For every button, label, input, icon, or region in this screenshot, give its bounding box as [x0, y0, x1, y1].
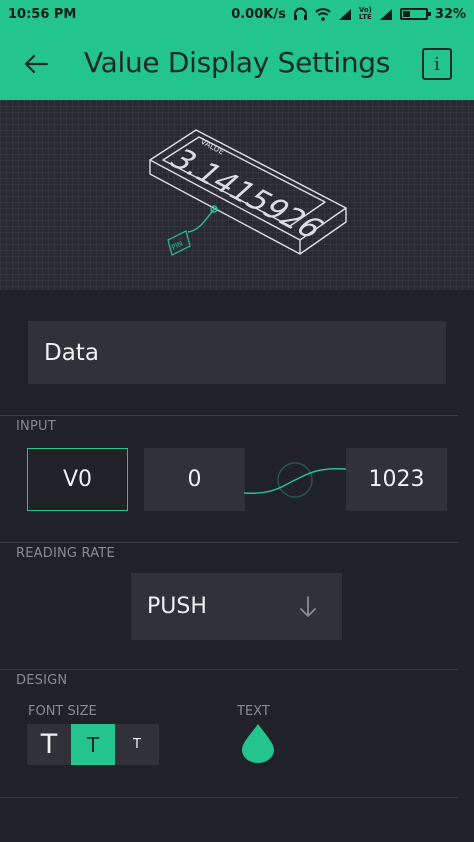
battery-percent: 32% [434, 6, 466, 22]
net-speed: 0.00K/s [231, 6, 286, 22]
reading-rate-value: PUSH [147, 594, 207, 619]
widget-name-input[interactable] [28, 321, 446, 384]
lte-label: LTE [358, 13, 372, 21]
wifi-icon [315, 7, 331, 21]
font-size-large-button[interactable]: T [27, 724, 71, 765]
font-size-small-button[interactable]: T [115, 724, 159, 765]
min-value-field[interactable]: 0 [144, 448, 245, 511]
status-bar: 10:56 PM 0.00K/s Vo) LTE 32% [0, 0, 474, 28]
divider [0, 797, 458, 798]
volte-icon: Vo) LTE [359, 7, 372, 21]
app-bar: Value Display Settings i [0, 28, 474, 100]
max-value-field[interactable]: 1023 [346, 448, 447, 511]
headset-icon [293, 7, 308, 21]
range-connector [244, 462, 346, 498]
reading-rate-dropdown[interactable]: PUSH [131, 573, 342, 640]
section-label-reading-rate: READING RATE [16, 546, 115, 561]
section-label-input: INPUT [16, 419, 56, 434]
signal-icon [338, 8, 352, 21]
text-color-label: TEXT [237, 704, 270, 719]
pin-selector-button[interactable]: V0 [27, 448, 128, 511]
divider [0, 415, 458, 416]
font-size-medium-button[interactable]: T [71, 724, 115, 765]
info-button[interactable]: i [422, 48, 452, 80]
page-title: Value Display Settings [83, 46, 391, 79]
signal-icon-2 [379, 8, 393, 21]
divider [0, 542, 458, 543]
font-size-label: FONT SIZE [28, 704, 97, 719]
widget-preview: VALUE 3.1415926 PIN [0, 100, 474, 290]
battery-icon [399, 8, 431, 20]
text-color-drop-icon[interactable] [239, 722, 277, 764]
section-label-design: DESIGN [16, 673, 68, 688]
status-time: 10:56 PM [8, 6, 77, 22]
value-display-illustration: VALUE 3.1415926 PIN [149, 129, 347, 256]
arrow-down-icon [300, 596, 316, 617]
divider [0, 669, 458, 670]
battery-fill [402, 11, 410, 17]
